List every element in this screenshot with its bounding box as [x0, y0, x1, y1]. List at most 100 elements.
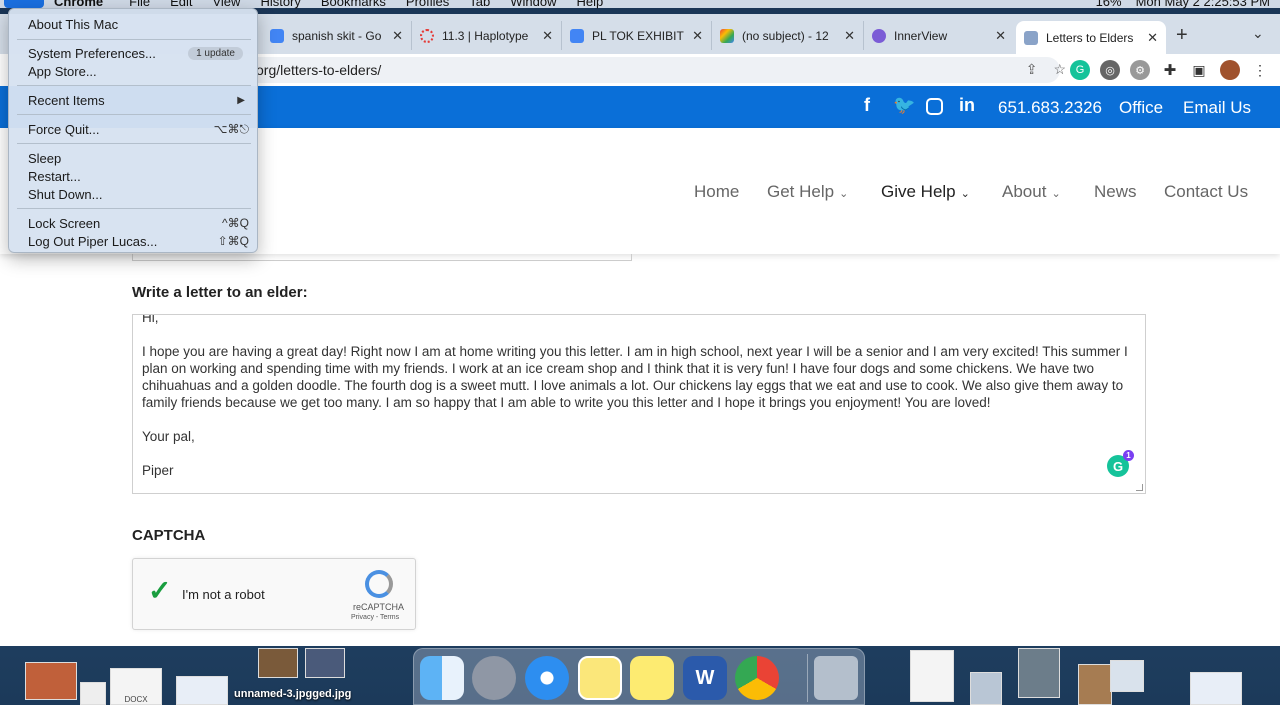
phone-link[interactable]: 651.683.2326 — [998, 98, 1102, 118]
desktop-file-thumbnail[interactable] — [80, 682, 106, 705]
previous-form-field[interactable] — [132, 254, 632, 261]
desktop-photo-thumbnail[interactable] — [305, 648, 345, 678]
notes-icon[interactable] — [578, 656, 622, 700]
apple-logo-icon[interactable] — [4, 0, 44, 8]
docx-file-icon[interactable]: DOCX — [110, 668, 162, 705]
macos-menu-bar: Chrome File Edit View History Bookmarks … — [0, 0, 1280, 9]
microsoft-word-icon[interactable]: W — [683, 656, 727, 700]
letter-textarea[interactable]: Hi, I hope you are having a great day! R… — [132, 314, 1146, 494]
desktop-screenshot-thumbnail[interactable] — [1110, 660, 1144, 692]
menu-restart[interactable]: Restart... — [9, 167, 257, 185]
checkmark-icon[interactable]: ✓ — [148, 577, 171, 605]
menu-separator — [17, 208, 251, 209]
stickies-icon[interactable] — [630, 656, 674, 700]
close-icon[interactable]: ✕ — [692, 28, 703, 44]
menu-shut-down[interactable]: Shut Down... — [9, 185, 257, 203]
menu-history[interactable]: History — [260, 0, 300, 9]
office-link[interactable]: Office — [1119, 98, 1163, 118]
tab-haplotype[interactable]: 11.3 | Haplotype ✕ — [412, 21, 562, 50]
close-icon[interactable]: ✕ — [995, 28, 1006, 44]
dock-separator — [807, 654, 808, 702]
menu-log-out[interactable]: Log Out Piper Lucas... ⇧⌘Q — [9, 232, 257, 250]
tab-spanish-skit[interactable]: spanish skit - Go ✕ — [262, 21, 412, 50]
nav-give-help[interactable]: Give Help ⌄ — [881, 182, 970, 202]
apple-menu-dropdown: About This Mac System Preferences... 1 up… — [8, 8, 258, 253]
desktop-photo-thumbnail[interactable] — [258, 648, 298, 678]
extension-icon[interactable]: ◎ — [1100, 60, 1120, 80]
site-favicon-icon — [1024, 30, 1038, 45]
tab-tok-exhibition[interactable]: PL TOK EXHIBITI ✕ — [562, 21, 712, 50]
letter-label: Write a letter to an elder: — [132, 284, 308, 301]
desktop-photo-thumbnail[interactable] — [1018, 648, 1060, 698]
address-bar[interactable]: org/letters-to-elders/ — [238, 57, 1060, 83]
close-icon[interactable]: ✕ — [542, 28, 553, 44]
menu-profiles[interactable]: Profiles — [406, 0, 449, 9]
nav-contact-us[interactable]: Contact Us — [1164, 182, 1248, 202]
more-menu-icon[interactable]: ⋮ — [1250, 60, 1270, 80]
battery-percent[interactable]: 16% — [1096, 0, 1122, 9]
desktop-screenshot-thumbnail[interactable] — [1190, 672, 1242, 705]
grammarly-icon[interactable]: G 1 — [1107, 450, 1134, 477]
tab-gmail[interactable]: (no subject) - 12 ✕ — [712, 21, 864, 50]
bookmark-star-icon[interactable]: ☆ — [1053, 61, 1066, 78]
google-docs-icon — [270, 28, 284, 43]
menu-about-this-mac[interactable]: About This Mac — [9, 15, 257, 33]
grammarly-extension-icon[interactable]: G — [1070, 60, 1090, 80]
desktop-photo-thumbnail[interactable] — [25, 662, 77, 700]
close-icon[interactable]: ✕ — [844, 28, 855, 44]
tab-letters-to-elders[interactable]: Letters to Elders ✕ — [1016, 21, 1166, 54]
menu-help[interactable]: Help — [577, 0, 604, 9]
share-icon[interactable]: ⇪ — [1026, 61, 1038, 78]
menu-clock[interactable]: Mon May 2 2:25:53 PM — [1136, 0, 1270, 9]
desktop-document-thumbnail[interactable] — [910, 650, 954, 702]
menu-force-quit[interactable]: Force Quit... ⌥⌘⎋ — [9, 120, 257, 138]
recaptcha-widget: ✓ I'm not a robot reCAPTCHA Privacy - Te… — [132, 558, 416, 630]
tab-search-chevron-icon[interactable]: ⌄ — [1252, 25, 1264, 42]
nav-get-help[interactable]: Get Help ⌄ — [767, 182, 848, 202]
puzzle-extensions-icon[interactable]: ✚ — [1160, 60, 1180, 80]
menu-system-preferences[interactable]: System Preferences... 1 update — [9, 44, 257, 62]
privacy-terms-links[interactable]: Privacy - Terms — [351, 614, 399, 621]
nav-about[interactable]: About ⌄ — [1002, 182, 1061, 202]
menu-bookmarks[interactable]: Bookmarks — [321, 0, 386, 9]
letter-body: I hope you are having a great day! Right… — [142, 344, 1128, 410]
linkedin-icon[interactable]: in — [959, 95, 975, 116]
quizlet-icon — [420, 28, 434, 43]
letter-name: Piper — [142, 463, 174, 478]
menu-recent-items[interactable]: Recent Items ▶ — [9, 91, 257, 109]
tab-innerview[interactable]: InnerView ✕ — [864, 21, 1014, 50]
letter-signoff: Your pal, — [142, 429, 195, 444]
twitter-icon[interactable]: 🐦 — [893, 95, 915, 116]
nav-home[interactable]: Home — [694, 182, 739, 202]
menu-window[interactable]: Window — [510, 0, 556, 9]
menu-separator — [17, 143, 251, 144]
menu-tab[interactable]: Tab — [469, 0, 490, 9]
desktop-screenshot-thumbnail[interactable] — [176, 676, 228, 705]
google-chrome-icon[interactable] — [735, 656, 779, 700]
finder-icon[interactable] — [420, 656, 464, 700]
menu-separator — [17, 114, 251, 115]
close-icon[interactable]: ✕ — [392, 28, 403, 44]
profile-avatar[interactable] — [1220, 60, 1240, 80]
submenu-arrow-icon: ▶ — [237, 94, 245, 106]
new-tab-plus-icon[interactable]: + — [1176, 24, 1188, 47]
menu-lock-screen[interactable]: Lock Screen ^⌘Q — [9, 214, 257, 232]
close-icon[interactable]: ✕ — [1147, 30, 1158, 46]
extension-gear-icon[interactable]: ⚙ — [1130, 60, 1150, 80]
email-us-link[interactable]: Email Us — [1183, 98, 1251, 118]
instagram-icon[interactable] — [926, 98, 943, 115]
launchpad-rocket-icon[interactable] — [472, 656, 516, 700]
safari-compass-icon[interactable] — [525, 656, 569, 700]
resize-handle[interactable] — [1136, 484, 1143, 491]
menu-app-store[interactable]: App Store... — [9, 62, 257, 80]
facebook-icon[interactable]: f — [864, 95, 870, 116]
trash-icon[interactable] — [814, 656, 858, 700]
desktop-photo-thumbnail[interactable] — [1078, 664, 1112, 705]
nav-news[interactable]: News — [1094, 182, 1137, 202]
gmail-icon — [720, 28, 734, 43]
menu-separator — [17, 85, 251, 86]
menu-sleep[interactable]: Sleep — [9, 149, 257, 167]
tab-title: 11.3 | Haplotype — [442, 28, 529, 43]
side-panel-icon[interactable]: ▣ — [1189, 60, 1209, 80]
desktop-photo-thumbnail[interactable] — [970, 672, 1002, 705]
